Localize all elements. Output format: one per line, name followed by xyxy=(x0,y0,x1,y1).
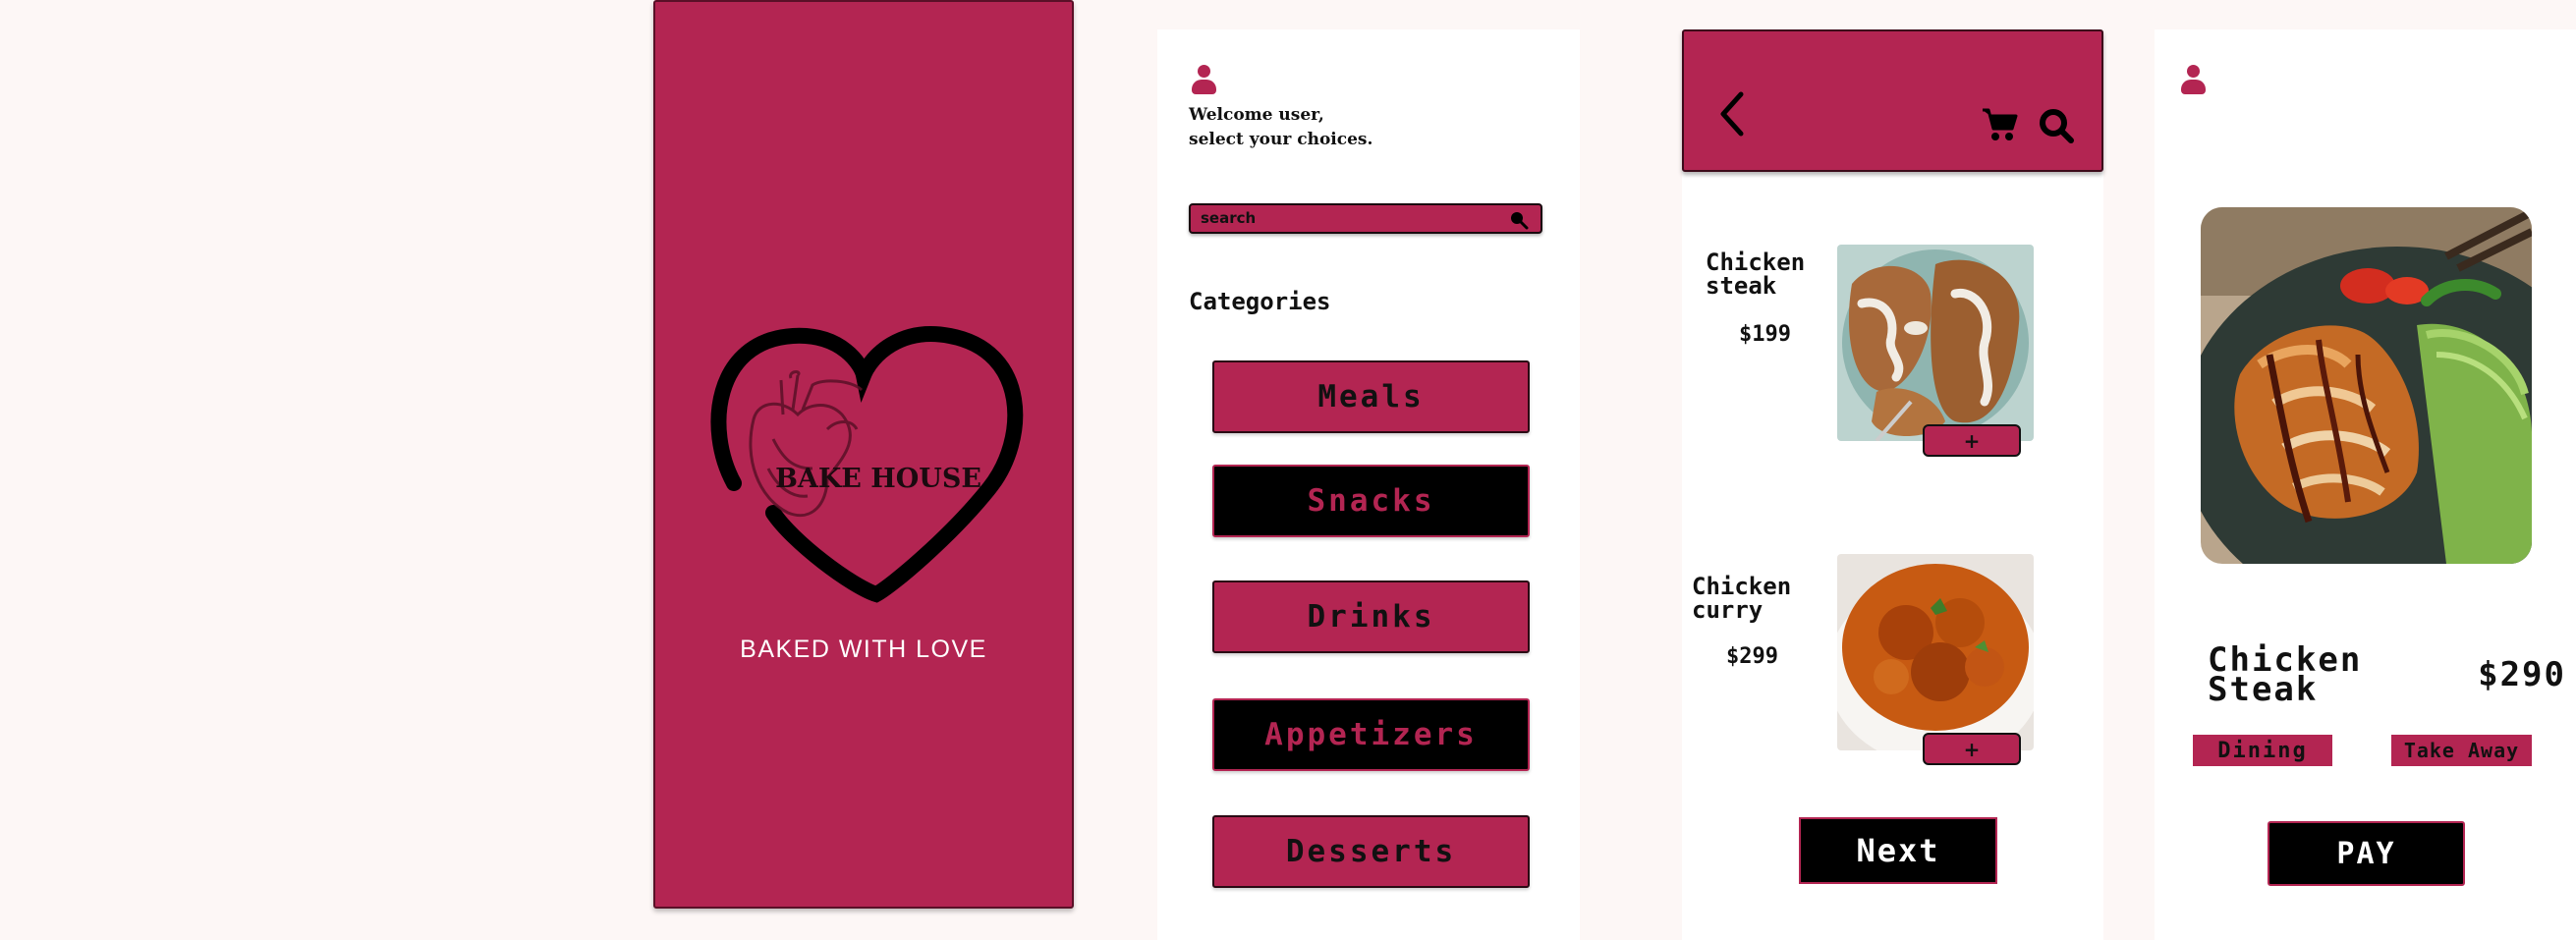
next-button[interactable]: Next xyxy=(1799,817,1997,884)
search-icon[interactable] xyxy=(1509,210,1529,230)
user-icon[interactable] xyxy=(2178,65,2208,96)
chicken-steak-hero-image xyxy=(2201,207,2532,564)
category-meals-button[interactable]: Meals xyxy=(1212,360,1530,433)
category-appetizers-button[interactable]: Appetizers xyxy=(1212,698,1530,771)
brand-name: BAKE HOUSE xyxy=(775,464,981,494)
product-name: Chicken curry xyxy=(1692,573,1792,624)
welcome-line-1: Welcome user, xyxy=(1189,105,1324,125)
category-drinks-button[interactable]: Drinks xyxy=(1212,581,1530,653)
product-detail-screen: Chicken Steak $290 Dining Take Away PAY xyxy=(2155,29,2576,940)
search-bar[interactable] xyxy=(1189,203,1542,234)
chicken-steak-image xyxy=(1837,245,2034,441)
product-price: $290 xyxy=(2478,655,2566,694)
product-list-screen: Chicken steak $199 + Chicken curry $299 xyxy=(1682,29,2103,940)
category-snacks-button[interactable]: Snacks xyxy=(1212,465,1530,537)
add-to-cart-button[interactable]: + xyxy=(1923,424,2021,457)
user-icon[interactable] xyxy=(1189,65,1218,96)
product-price: $199 xyxy=(1739,322,1791,347)
category-desserts-button[interactable]: Desserts xyxy=(1212,815,1530,888)
welcome-line-2: select your choices. xyxy=(1189,130,1373,149)
search-input[interactable] xyxy=(1201,207,1485,229)
product-price: $299 xyxy=(1726,644,1778,669)
list-header xyxy=(1682,29,2103,172)
product-title: Chicken Steak xyxy=(2208,640,2363,709)
welcome-text: Welcome user, select your choices. xyxy=(1189,103,1372,152)
back-arrow-icon[interactable] xyxy=(1717,90,1747,138)
dining-option-button[interactable]: Dining xyxy=(2193,735,2332,766)
chicken-curry-image xyxy=(1837,554,2034,750)
search-icon[interactable] xyxy=(2038,107,2075,144)
categories-heading: Categories xyxy=(1189,288,1331,315)
add-to-cart-button[interactable]: + xyxy=(1923,733,2021,765)
splash-screen: BAKE HOUSE BAKED WITH LOVE xyxy=(653,0,1074,909)
product-name: Chicken steak xyxy=(1706,249,1806,300)
cart-icon[interactable] xyxy=(1981,107,2018,142)
pay-button[interactable]: PAY xyxy=(2268,821,2465,886)
categories-screen: Welcome user, select your choices. Categ… xyxy=(1157,29,1580,940)
takeaway-option-button[interactable]: Take Away xyxy=(2391,735,2532,766)
brand-tagline: BAKED WITH LOVE xyxy=(740,636,987,663)
